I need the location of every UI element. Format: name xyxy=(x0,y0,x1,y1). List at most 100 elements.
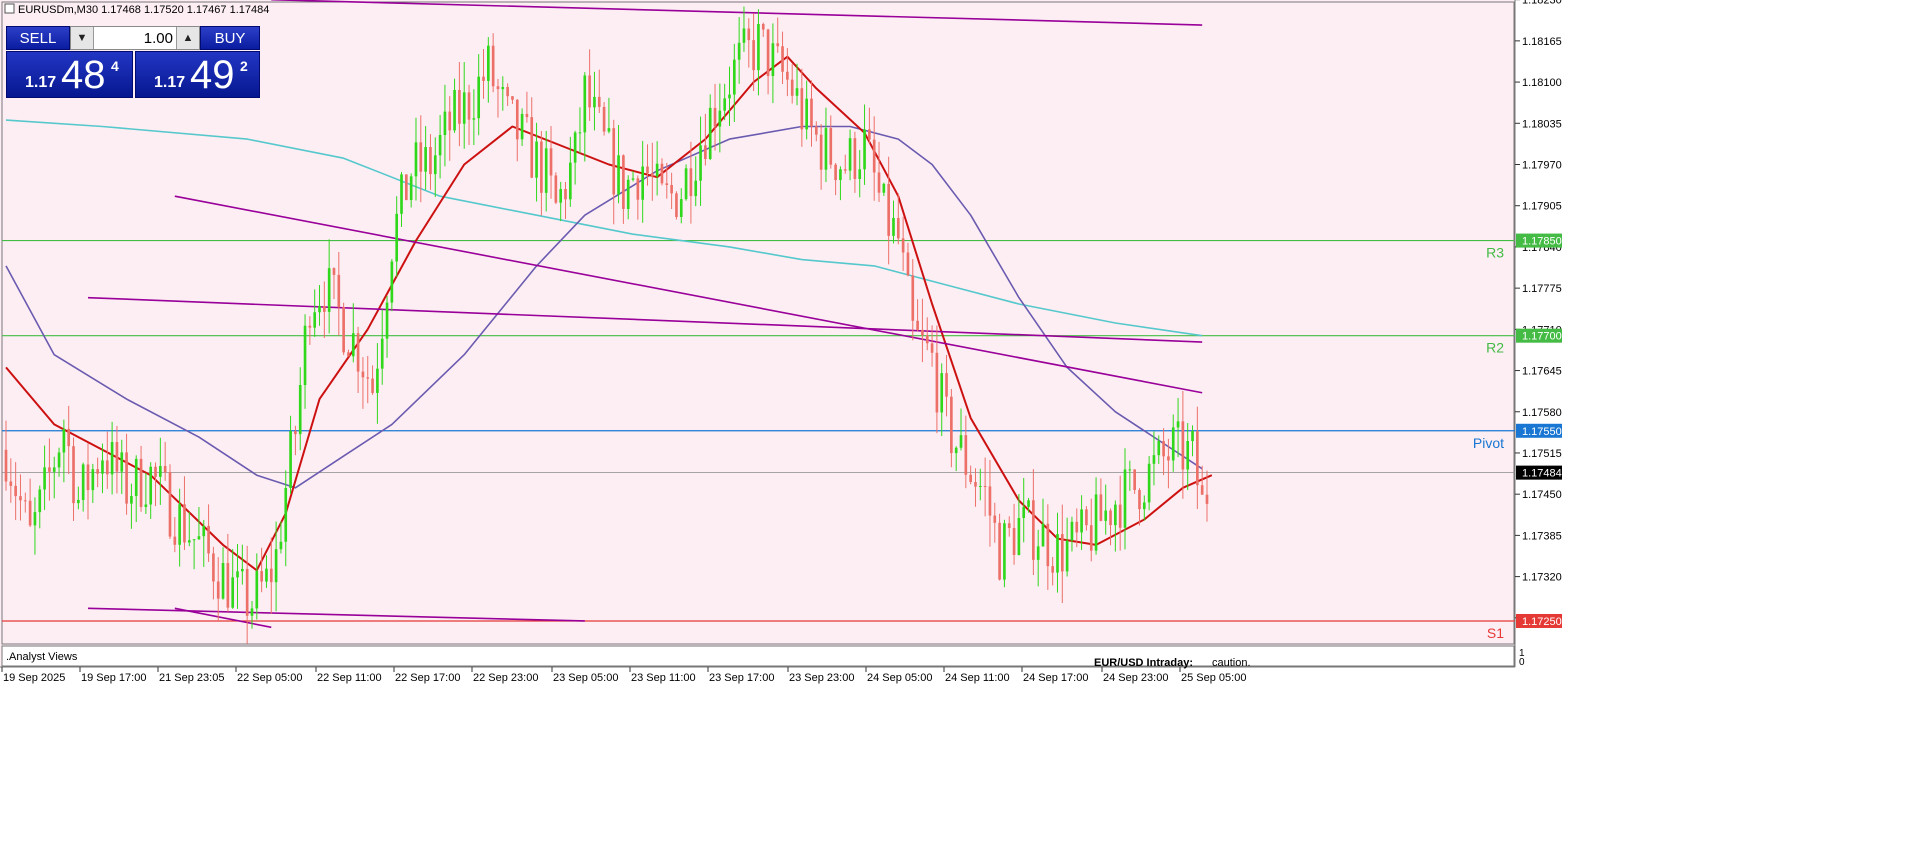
price-tick-label: 1.17775 xyxy=(1522,283,1562,295)
bear-candle xyxy=(564,189,567,200)
lot-size-input[interactable] xyxy=(94,27,177,49)
time-axis-background xyxy=(0,667,1916,840)
bear-candle xyxy=(829,128,833,165)
time-tick-label: 24 Sep 23:00 xyxy=(1103,672,1168,684)
time-tick-label: 24 Sep 17:00 xyxy=(1023,672,1088,684)
bear-candle xyxy=(1138,490,1141,510)
bull-candle xyxy=(978,485,982,487)
bear-candle xyxy=(930,343,934,353)
bear-candle xyxy=(588,75,591,108)
bull-candle xyxy=(159,465,162,477)
bear-candle xyxy=(853,138,857,179)
time-tick-label: 19 Sep 17:00 xyxy=(81,672,146,684)
bear-candle xyxy=(810,98,813,127)
bull-candle xyxy=(409,176,413,201)
bull-candle xyxy=(1070,521,1074,541)
price-tick-label: 1.17580 xyxy=(1522,407,1562,419)
bull-candle xyxy=(134,458,138,497)
bear-candle xyxy=(163,465,167,473)
bear-candle xyxy=(405,174,408,201)
bull-candle xyxy=(848,138,852,171)
sell-button[interactable]: SELL xyxy=(6,26,70,50)
bull-candle xyxy=(318,305,321,313)
buy-price-box[interactable]: 1.17 49 2 xyxy=(135,51,260,98)
bear-candle xyxy=(935,352,939,413)
bear-candle xyxy=(96,469,99,474)
bull-candle xyxy=(892,217,895,236)
bull-candle xyxy=(77,499,80,504)
bull-candle xyxy=(33,512,37,526)
bull-candle xyxy=(959,435,963,448)
bear-candle xyxy=(173,536,177,545)
bull-candle xyxy=(839,169,842,181)
bear-candle xyxy=(308,325,312,328)
bear-candle xyxy=(877,172,881,193)
price-tick-label: 1.18035 xyxy=(1522,118,1562,130)
bull-candle xyxy=(742,28,746,43)
lot-decrease-icon[interactable]: ▼ xyxy=(71,27,94,49)
one-click-trading-panel: SELL ▼ ▲ BUY 1.17 48 4 1.17 49 2 xyxy=(6,26,260,98)
bull-candle xyxy=(197,536,201,540)
buy-price-fraction: 2 xyxy=(240,58,248,74)
bear-candle xyxy=(1007,523,1011,529)
bull-candle xyxy=(110,442,114,475)
bull-candle xyxy=(573,132,577,163)
bear-candle xyxy=(1205,494,1209,504)
chart-window: R3 R2 Pivot S1 1.18230 1.18165 1.18100 1.18035… xyxy=(0,0,1916,840)
bear-candle xyxy=(48,467,51,472)
bull-candle xyxy=(1114,504,1117,526)
price-tick-label: 1.18165 xyxy=(1522,36,1562,48)
bear-candle xyxy=(921,329,924,336)
bear-candle xyxy=(506,87,509,97)
bear-candle xyxy=(713,107,717,127)
time-tick-label: 19 Sep 2025 xyxy=(3,672,65,684)
bear-candle xyxy=(675,193,678,218)
bear-candle xyxy=(86,464,90,491)
bear-candle xyxy=(790,79,794,96)
buy-button[interactable]: BUY xyxy=(200,26,260,50)
bull-candle xyxy=(1065,540,1069,572)
bear-candle xyxy=(67,428,71,447)
bear-candle xyxy=(525,113,529,118)
lot-increase-icon[interactable]: ▲ xyxy=(176,27,199,49)
bear-candle xyxy=(245,568,249,616)
bear-candle xyxy=(9,481,13,486)
bull-candle xyxy=(757,24,760,71)
window-menu-icon[interactable] xyxy=(4,3,15,14)
bear-candle xyxy=(105,460,109,475)
bear-candle xyxy=(1167,456,1170,461)
bull-candle xyxy=(737,42,741,60)
bear-candle xyxy=(1075,521,1079,533)
bear-candle xyxy=(786,71,789,80)
price-tick-label: 1.17970 xyxy=(1522,160,1562,172)
price-tick-label: 1.17450 xyxy=(1522,489,1562,501)
bear-candle xyxy=(491,45,495,87)
bull-candle xyxy=(443,111,447,136)
level-price-label: 1.17250 xyxy=(1522,616,1562,628)
sell-price-fraction: 4 xyxy=(111,58,119,74)
bull-candle xyxy=(1041,523,1045,547)
bear-candle xyxy=(945,373,948,397)
lot-size-stepper[interactable]: ▼ ▲ xyxy=(70,26,200,50)
bull-candle xyxy=(501,87,505,90)
bull-candle xyxy=(863,129,866,170)
bull-candle xyxy=(395,213,399,262)
bull-candle xyxy=(385,302,389,339)
bull-candle xyxy=(593,96,596,108)
bear-candle xyxy=(612,128,616,195)
indicator-window-title: .Analyst Views xyxy=(6,651,78,663)
bull-candle xyxy=(954,447,958,454)
bear-candle xyxy=(752,40,755,71)
bull-candle xyxy=(568,162,572,200)
bull-candle xyxy=(236,571,239,578)
bear-candle xyxy=(906,252,910,276)
time-tick-label: 22 Sep 05:00 xyxy=(237,672,302,684)
price-tick-label: 1.17385 xyxy=(1522,530,1562,542)
bull-candle xyxy=(231,577,235,608)
bull-candle xyxy=(303,325,307,386)
bull-candle xyxy=(1152,455,1156,464)
price-chart[interactable]: R3 R2 Pivot S1 1.18230 1.18165 1.18100 1.18035… xyxy=(0,0,1916,840)
sell-price-box[interactable]: 1.17 48 4 xyxy=(6,51,133,98)
bear-candle xyxy=(646,166,649,174)
bear-candle xyxy=(125,452,128,504)
